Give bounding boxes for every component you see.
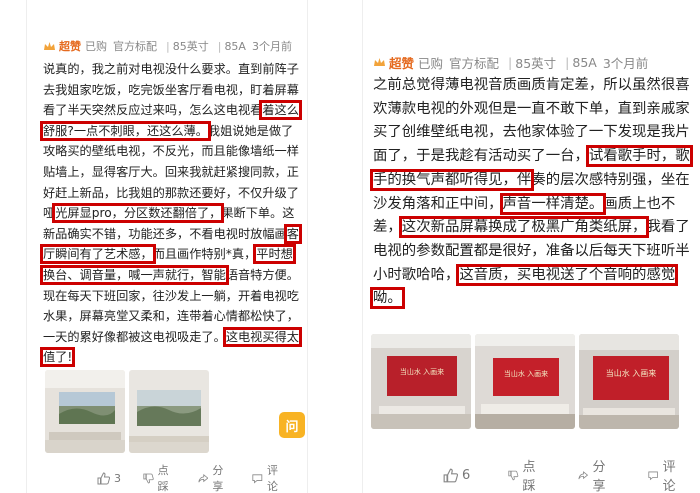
comment-icon	[252, 473, 263, 483]
model-tag: 85A	[224, 39, 246, 53]
comment-icon	[648, 471, 659, 480]
crown-icon	[44, 41, 55, 50]
top-fade	[363, 0, 694, 22]
rating-label: 超赞	[389, 56, 415, 71]
like-button[interactable]: 6	[443, 468, 470, 483]
size-tag: 85英寸	[172, 40, 209, 53]
review-image-1[interactable]	[45, 370, 125, 453]
rating-label: 超赞	[59, 40, 81, 53]
dislike-label: 点踩	[522, 460, 536, 493]
like-count: 3	[114, 471, 121, 485]
thumbs-down-icon	[508, 470, 519, 480]
review-images	[45, 370, 213, 453]
like-button[interactable]: 3	[97, 472, 121, 485]
dislike-button[interactable]: 点踩	[508, 456, 540, 493]
review-image-3[interactable]: 当山水 入画来	[579, 334, 679, 429]
size-tag: 85英寸	[515, 56, 557, 71]
review-meta: 超赞 已购 官方标配 | 85英寸 | 85A 3个月前	[373, 53, 654, 72]
top-fade	[27, 0, 307, 22]
highlight-3: 这次新品屏幕换成了极黑广角类纸屏，	[398, 216, 650, 239]
review-image-2[interactable]: 当山水 入画来	[475, 334, 575, 429]
dislike-label: 点踩	[157, 464, 169, 493]
rating-badge: 超赞	[43, 38, 81, 54]
review-body: 说真的，我之前对电视没什么要求。直到前阵子去我姐家吃饭，吃完饭坐客厅看电视，盯着…	[40, 62, 302, 368]
package-tag: 官方标配	[113, 40, 157, 53]
thumbs-down-icon	[143, 473, 154, 483]
rating-badge: 超赞	[373, 53, 414, 72]
action-bar: 3 点踩 分享 评论	[97, 462, 307, 493]
review-body: 之前总觉得薄电视音质画质肯定差，所以虽然很喜欢薄款电视的外观但是一直不敢下单，直…	[369, 77, 693, 310]
review-time: 3个月前	[251, 40, 292, 53]
thumbs-up-icon	[443, 468, 458, 482]
share-icon	[578, 470, 589, 479]
model-tag: 85A	[572, 55, 597, 70]
like-count: 6	[462, 467, 471, 483]
review-image-1[interactable]: 当山水 入画来	[371, 334, 471, 429]
review-images: 当山水 入画来 当山水 入画来 当山水 入画来	[371, 334, 683, 429]
package-tag: 官方标配	[449, 56, 500, 71]
comment-label: 评论	[267, 464, 278, 493]
highlight-2: 声音一样清楚。	[499, 192, 607, 215]
crown-icon	[374, 58, 385, 66]
highlight-2: 光屏显pro，分区数还翻倍了，	[52, 203, 225, 224]
comment-button[interactable]: 评论	[648, 456, 680, 493]
share-icon	[198, 473, 209, 482]
ask-button[interactable]: 问	[279, 412, 305, 438]
purchased-tag: 已购	[85, 40, 107, 53]
purchased-tag: 已购	[418, 56, 444, 71]
comment-button[interactable]: 评论	[252, 462, 285, 493]
tv-screen-text: 当山水 入画来	[400, 367, 444, 376]
review-card-right: 超赞 已购 官方标配 | 85英寸 | 85A 3个月前 之前总觉得薄电视音质画质肯…	[362, 0, 694, 493]
share-button[interactable]: 分享	[198, 462, 231, 493]
dislike-button[interactable]: 点踩	[143, 462, 176, 493]
tv-screen-text: 当山水 入画来	[504, 369, 548, 378]
share-label: 分享	[212, 464, 224, 493]
share-label: 分享	[592, 460, 606, 493]
review-meta: 超赞 已购 官方标配 | 85英寸 | 85A 3个月前	[43, 38, 298, 54]
review-image-2[interactable]	[129, 370, 209, 453]
action-bar: 6 点踩 分享 评论	[443, 456, 694, 493]
tv-screen-text: 当山水 入画来	[606, 368, 657, 378]
share-button[interactable]: 分享	[578, 456, 610, 493]
comment-label: 评论	[662, 460, 676, 493]
thumbs-up-icon	[97, 471, 110, 484]
review-card-left: 超赞 已购 官方标配 | 85英寸 | 85A 3个月前 说真的，我之前对电视没什么…	[26, 0, 308, 493]
review-time: 3个月前	[602, 56, 649, 71]
